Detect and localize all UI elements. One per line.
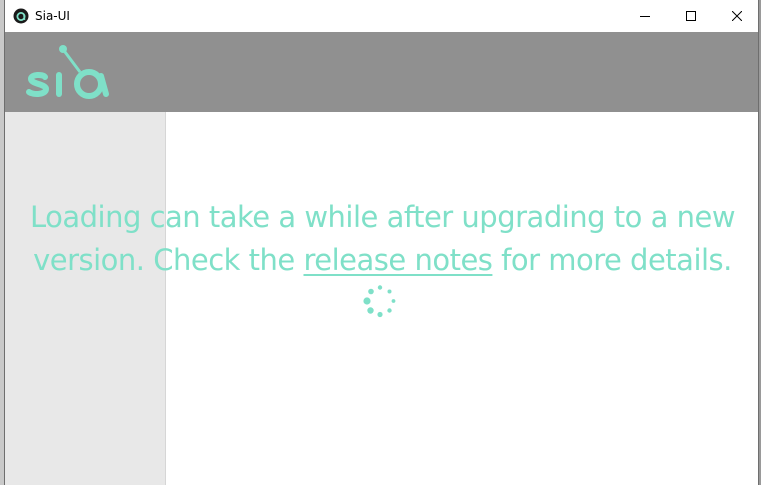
- title-bar[interactable]: Sia-UI: [5, 0, 758, 32]
- app-window: Sia-UI Loading can take a while after up…: [4, 0, 759, 485]
- sia-logo: [26, 45, 109, 99]
- minimize-button[interactable]: [622, 0, 668, 32]
- close-button[interactable]: [714, 0, 758, 32]
- sia-app-icon: [13, 8, 29, 24]
- close-icon: [732, 11, 742, 21]
- app-header: [5, 32, 758, 112]
- loading-spinner-icon: [363, 285, 396, 318]
- loading-message: Loading can take a while after upgrading…: [5, 196, 758, 282]
- main-content: [166, 112, 758, 485]
- release-notes-link[interactable]: release notes: [303, 243, 492, 277]
- window-title: Sia-UI: [35, 9, 70, 23]
- maximize-icon: [686, 11, 696, 21]
- maximize-button[interactable]: [668, 0, 714, 32]
- loading-text-after: for more details.: [492, 243, 732, 277]
- sidebar: [5, 112, 166, 485]
- minimize-icon: [640, 16, 650, 17]
